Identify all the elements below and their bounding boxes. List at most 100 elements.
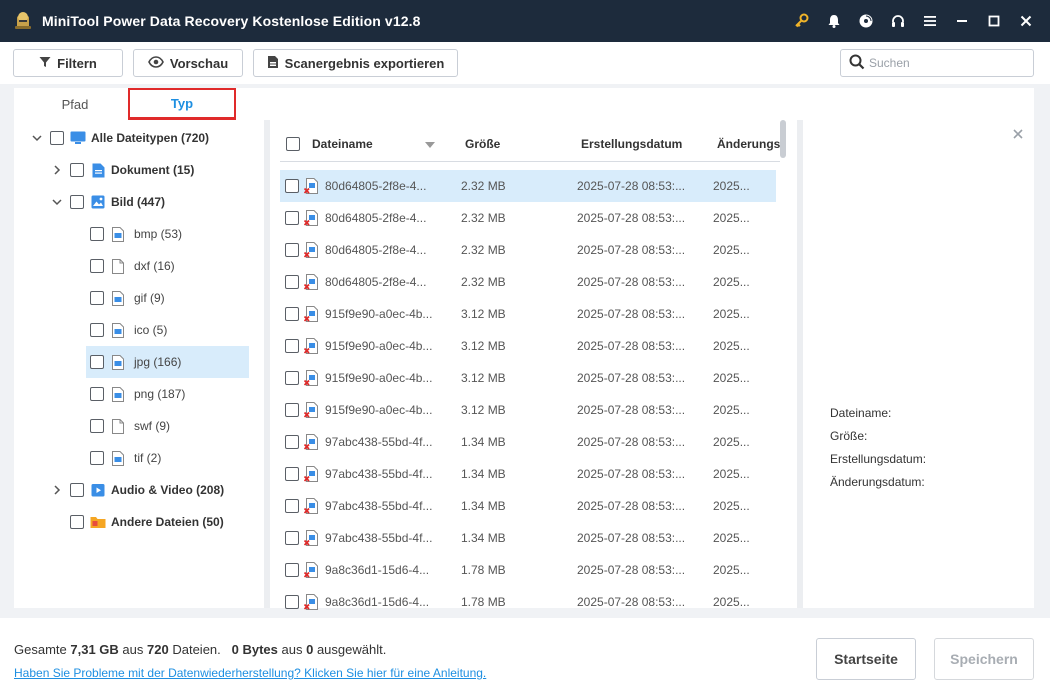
table-row[interactable]: 915f9e90-a0ec-4b... 3.12 MB 2025-07-28 08:… [280, 298, 776, 330]
close-icon[interactable] [1010, 0, 1042, 42]
table-row[interactable]: 97abc438-55bd-4f... 1.34 MB 2025-07-28 08:… [280, 426, 776, 458]
table-row[interactable]: 80d64805-2f8e-4... 2.32 MB 2025-07-28 08:5… [280, 170, 776, 202]
table-row[interactable]: 915f9e90-a0ec-4b... 3.12 MB 2025-07-28 08:… [280, 330, 776, 362]
deleted-image-file-icon [303, 594, 318, 613]
row-checkbox[interactable] [285, 563, 299, 577]
tree-item-dokument[interactable]: Dokument (15) [50, 154, 250, 186]
save-button[interactable]: Speichern [934, 638, 1034, 680]
row-checkbox[interactable] [285, 595, 299, 609]
row-checkbox[interactable] [285, 499, 299, 513]
chevron-right-icon[interactable] [50, 483, 64, 497]
table-row[interactable]: 80d64805-2f8e-4... 2.32 MB 2025-07-28 08:5… [280, 266, 776, 298]
tree-item-tif[interactable]: tif (2) [86, 442, 249, 474]
tab-pfad[interactable]: Pfad [42, 88, 108, 120]
tree-item-jpg[interactable]: jpg (166) [86, 346, 249, 378]
checkbox[interactable] [90, 291, 104, 305]
cell-size: 3.12 MB [461, 371, 506, 385]
cell-modified: 2025... [713, 275, 750, 289]
tree-item-bild[interactable]: Bild (447) [50, 186, 250, 218]
chevron-right-icon[interactable] [50, 163, 64, 177]
cell-modified: 2025... [713, 595, 750, 609]
search-box[interactable] [840, 49, 1034, 77]
minimize-icon[interactable] [946, 0, 978, 42]
tree-item-all[interactable]: Alle Dateitypen (720) [30, 122, 250, 154]
checkbox[interactable] [90, 227, 104, 241]
search-input[interactable] [869, 56, 1019, 70]
cell-size: 1.34 MB [461, 435, 506, 449]
chevron-down-icon[interactable] [50, 195, 64, 209]
row-checkbox[interactable] [285, 531, 299, 545]
pane-separator[interactable] [797, 120, 803, 608]
column-header-name[interactable]: Dateiname [312, 126, 435, 162]
column-header-modified[interactable]: Änderungs [717, 126, 780, 162]
select-all-checkbox[interactable] [286, 137, 300, 151]
row-checkbox[interactable] [285, 243, 299, 257]
disc-icon[interactable] [850, 0, 882, 42]
menu-icon[interactable] [914, 0, 946, 42]
checkbox[interactable] [70, 195, 84, 209]
pane-separator[interactable] [264, 120, 270, 608]
row-checkbox[interactable] [285, 179, 299, 193]
chevron-down-icon[interactable] [30, 131, 44, 145]
row-checkbox[interactable] [285, 275, 299, 289]
deleted-image-file-icon [303, 530, 318, 549]
tab-typ[interactable]: Typ [128, 88, 236, 120]
checkbox[interactable] [90, 323, 104, 337]
column-header-size[interactable]: Größe [465, 126, 500, 162]
checkbox[interactable] [90, 387, 104, 401]
close-preview-icon[interactable] [1010, 126, 1026, 142]
checkbox[interactable] [90, 259, 104, 273]
checkbox[interactable] [70, 163, 84, 177]
tree-item-dxf[interactable]: dxf (16) [86, 250, 249, 282]
table-row[interactable]: 915f9e90-a0ec-4b... 3.12 MB 2025-07-28 08:… [280, 394, 776, 426]
tree-item-bmp[interactable]: bmp (53) [86, 218, 249, 250]
row-checkbox[interactable] [285, 211, 299, 225]
tree-item-ico[interactable]: ico (5) [86, 314, 249, 346]
column-header-created[interactable]: Erstellungsdatum [581, 126, 682, 162]
home-button[interactable]: Startseite [816, 638, 916, 680]
preview-button[interactable]: Vorschau [133, 49, 243, 77]
cell-modified: 2025... [713, 243, 750, 257]
row-checkbox[interactable] [285, 371, 299, 385]
checkbox[interactable] [90, 419, 104, 433]
table-row[interactable]: 97abc438-55bd-4f... 1.34 MB 2025-07-28 08:… [280, 522, 776, 554]
table-row[interactable]: 915f9e90-a0ec-4b... 3.12 MB 2025-07-28 08:… [280, 362, 776, 394]
export-button[interactable]: Scanergebnis exportieren [253, 49, 458, 77]
table-row[interactable]: 80d64805-2f8e-4... 2.32 MB 2025-07-28 08:5… [280, 234, 776, 266]
tree-item-andere[interactable]: Andere Dateien (50) [70, 506, 250, 538]
table-row[interactable]: 97abc438-55bd-4f... 1.34 MB 2025-07-28 08:… [280, 490, 776, 522]
row-checkbox[interactable] [285, 307, 299, 321]
row-checkbox[interactable] [285, 435, 299, 449]
tree-item-gif[interactable]: gif (9) [86, 282, 249, 314]
key-icon[interactable] [786, 0, 818, 42]
preview-modified-label: Änderungsdatum: [830, 475, 925, 489]
table-row[interactable]: 9a8c36d1-15d6-4... 1.78 MB 2025-07-28 08:5… [280, 586, 776, 618]
deleted-image-file-icon [303, 370, 318, 389]
tree-item-png[interactable]: png (187) [86, 378, 249, 410]
tree-item-audio-video[interactable]: Audio & Video (208) [50, 474, 250, 506]
deleted-image-file-icon [303, 242, 318, 261]
checkbox[interactable] [90, 355, 104, 369]
row-checkbox[interactable] [285, 339, 299, 353]
image-file-icon [110, 450, 126, 466]
table-row[interactable]: 80d64805-2f8e-4... 2.32 MB 2025-07-28 08:5… [280, 202, 776, 234]
scrollbar-thumb[interactable] [780, 120, 786, 158]
checkbox[interactable] [90, 451, 104, 465]
tree-label: jpg (166) [134, 355, 182, 369]
maximize-icon[interactable] [978, 0, 1010, 42]
checkbox[interactable] [50, 131, 64, 145]
row-checkbox[interactable] [285, 403, 299, 417]
bell-icon[interactable] [818, 0, 850, 42]
help-link[interactable]: Haben Sie Probleme mit der Datenwiederhe… [14, 666, 486, 680]
tree-label: Audio & Video (208) [111, 483, 225, 497]
checkbox[interactable] [70, 483, 84, 497]
table-row[interactable]: 9a8c36d1-15d6-4... 1.78 MB 2025-07-28 08:5… [280, 554, 776, 586]
table-row[interactable]: 97abc438-55bd-4f... 1.34 MB 2025-07-28 08:… [280, 458, 776, 490]
headset-icon[interactable] [882, 0, 914, 42]
checkbox[interactable] [70, 515, 84, 529]
cell-created: 2025-07-28 08:53:... [577, 371, 686, 385]
preview-created-label: Erstellungsdatum: [830, 452, 927, 466]
filter-button[interactable]: Filtern [13, 49, 123, 77]
row-checkbox[interactable] [285, 467, 299, 481]
tree-item-swf[interactable]: swf (9) [86, 410, 249, 442]
